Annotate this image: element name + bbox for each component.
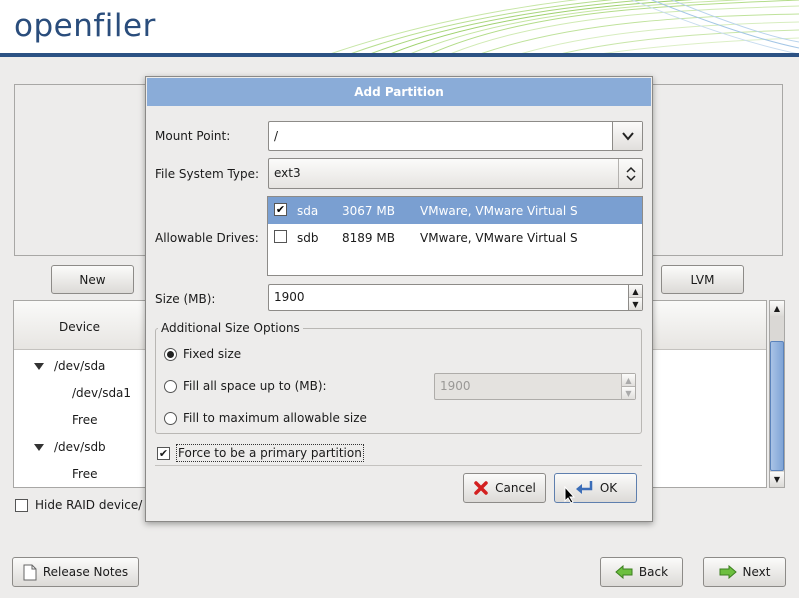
fill-up-to-spinbox: 1900 ▲ ▼ — [434, 373, 636, 400]
spin-up-icon[interactable]: ▲ — [629, 285, 642, 297]
mouse-cursor-icon — [564, 486, 576, 504]
cancel-label: Cancel — [495, 481, 536, 495]
size-spinbox[interactable]: 1900 ▲ ▼ — [268, 284, 643, 311]
fill-up-to-value: 1900 — [440, 379, 471, 393]
expander-icon[interactable] — [34, 363, 44, 370]
new-button[interactable]: New — [51, 265, 134, 294]
release-notes-button[interactable]: Release Notes — [12, 557, 139, 587]
next-arrow-icon — [719, 565, 737, 579]
additional-size-legend: Additional Size Options — [158, 321, 303, 335]
cancel-x-icon — [474, 481, 488, 495]
ok-label: OK — [599, 481, 618, 495]
mount-point-combo[interactable]: / — [268, 121, 643, 151]
size-spin-buttons[interactable]: ▲ ▼ — [628, 285, 642, 310]
release-notes-label: Release Notes — [42, 565, 129, 579]
separator — [155, 465, 642, 466]
next-button[interactable]: Next — [703, 557, 786, 587]
fs-type-select[interactable]: ext3 — [268, 158, 643, 189]
scrollbar-thumb[interactable] — [770, 341, 784, 471]
drive-sdb-checkbox[interactable] — [274, 230, 287, 243]
openfiler-logo: openfiler — [14, 8, 156, 44]
force-primary-option[interactable]: ✔ Force to be a primary partition — [157, 444, 364, 462]
tree-row-sda-free[interactable]: Free — [72, 407, 97, 434]
tree-row-label: Free — [72, 413, 98, 427]
fixed-size-label: Fixed size — [183, 347, 242, 361]
allowable-drives-label: Allowable Drives: — [155, 231, 259, 245]
drive-name: sdb — [297, 231, 319, 245]
tree-row-label: /dev/sda — [54, 359, 106, 373]
up-down-arrows-icon — [618, 159, 642, 188]
hide-raid-checkbox[interactable] — [15, 498, 28, 512]
drive-row-sda[interactable]: ✔ sda 3067 MB VMware, VMware Virtual S — [268, 197, 642, 224]
mount-point-label: Mount Point: — [155, 129, 231, 143]
tree-row-sda[interactable]: /dev/sda — [34, 353, 105, 380]
header-banner: openfiler — [0, 0, 799, 54]
add-partition-dialog: Add Partition Mount Point: / File System… — [145, 76, 653, 522]
device-column-header[interactable]: Device — [59, 320, 100, 334]
dialog-title: Add Partition — [147, 78, 651, 106]
mount-point-value[interactable]: / — [274, 122, 612, 150]
document-icon — [23, 564, 37, 580]
fill-up-to-label: Fill all space up to (MB): — [183, 379, 327, 393]
tree-row-sdb-free[interactable]: Free — [72, 461, 97, 488]
chevron-down-icon[interactable] — [612, 122, 642, 150]
drive-row-sdb[interactable]: sdb 8189 MB VMware, VMware Virtual S — [268, 224, 642, 251]
fixed-size-option[interactable]: Fixed size — [164, 347, 241, 361]
new-button-label: New — [79, 272, 106, 287]
next-label: Next — [742, 565, 771, 579]
tree-row-sda1[interactable]: /dev/sda1 — [72, 380, 131, 407]
fs-type-label: File System Type: — [155, 167, 260, 181]
drive-size: 3067 MB — [342, 204, 395, 218]
drive-size: 8189 MB — [342, 231, 395, 245]
back-label: Back — [638, 565, 669, 579]
hide-raid-checkbox-row[interactable]: Hide RAID device/ — [15, 498, 142, 512]
size-label: Size (MB): — [155, 292, 216, 306]
back-button[interactable]: Back — [600, 557, 683, 587]
drive-model: VMware, VMware Virtual S — [420, 231, 578, 245]
spin-up-icon: ▲ — [622, 374, 635, 386]
force-primary-checkbox[interactable]: ✔ — [157, 446, 170, 460]
fill-up-to-option[interactable]: Fill all space up to (MB): — [164, 379, 327, 393]
tree-row-sdb[interactable]: /dev/sdb — [34, 434, 106, 461]
spin-down-icon: ▼ — [622, 386, 635, 399]
size-value[interactable]: 1900 — [274, 285, 628, 310]
lvm-button[interactable]: LVM — [661, 265, 744, 294]
enter-arrow-icon — [575, 481, 593, 494]
hide-raid-label: Hide RAID device/ — [35, 498, 143, 512]
scroll-down-arrow-icon[interactable]: ▼ — [770, 472, 784, 487]
tree-row-label: /dev/sdb — [54, 440, 106, 454]
lvm-button-label: LVM — [690, 272, 715, 287]
fixed-size-radio[interactable] — [164, 347, 177, 361]
drive-model: VMware, VMware Virtual S — [420, 204, 578, 218]
back-arrow-icon — [615, 565, 633, 579]
fill-max-radio[interactable] — [164, 411, 177, 425]
cancel-button[interactable]: Cancel — [463, 473, 546, 503]
expander-icon[interactable] — [34, 444, 44, 451]
drive-name: sda — [297, 204, 319, 218]
scroll-up-arrow-icon[interactable]: ▲ — [770, 301, 784, 316]
fill-spin-buttons: ▲ ▼ — [621, 374, 635, 399]
fill-max-option[interactable]: Fill to maximum allowable size — [164, 411, 367, 425]
header-divider — [0, 53, 799, 57]
force-primary-label: Force to be a primary partition — [176, 444, 364, 462]
spin-down-icon[interactable]: ▼ — [629, 297, 642, 310]
fill-max-label: Fill to maximum allowable size — [183, 411, 367, 425]
drive-sda-checkbox[interactable]: ✔ — [274, 203, 287, 216]
drives-list[interactable]: ✔ sda 3067 MB VMware, VMware Virtual S s… — [267, 196, 643, 276]
tree-scrollbar[interactable]: ▲ ▼ — [769, 300, 785, 488]
tree-row-label: /dev/sda1 — [72, 386, 132, 400]
fill-up-to-radio[interactable] — [164, 379, 177, 393]
tree-row-label: Free — [72, 467, 98, 481]
fs-type-value: ext3 — [274, 166, 301, 180]
